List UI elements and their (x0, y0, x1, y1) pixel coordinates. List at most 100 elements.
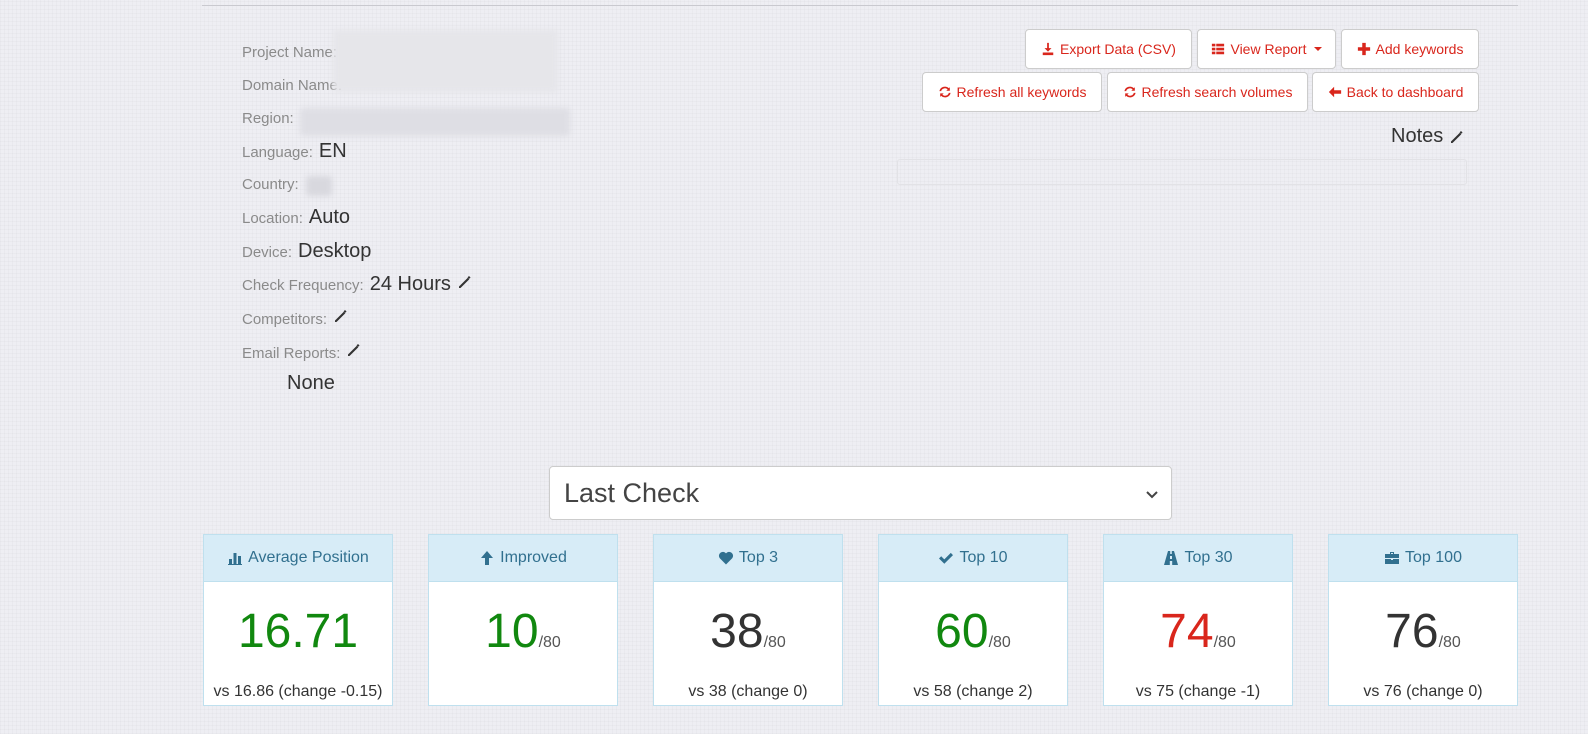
stat-total: /80 (538, 634, 561, 651)
email-reports-value-row: None (287, 372, 335, 395)
edit-frequency-pencil-icon[interactable] (457, 274, 473, 290)
stat-value: 16.71 (237, 605, 359, 658)
export-icon (1042, 42, 1054, 56)
region-label: Region: (242, 110, 294, 127)
arrow-left-icon (1328, 86, 1341, 98)
stat-value-wrap: 76/80 (1329, 604, 1517, 659)
add-keywords-label: Add keywords (1375, 41, 1464, 57)
location-row: Location: Auto (242, 206, 350, 229)
refresh-all-keywords-button[interactable]: Refresh all keywords (922, 72, 1102, 112)
region-row: Region: (242, 110, 294, 127)
stat-value: 60 (935, 605, 989, 658)
refresh-icon (1123, 86, 1136, 98)
stat-card-header: Top 100 (1329, 535, 1517, 582)
back-to-dashboard-label: Back to dashboard (1346, 84, 1464, 100)
email-reports-label: Email Reports: (242, 345, 341, 362)
domain-name-row: Domain Name: (242, 77, 342, 94)
language-row: Language: EN (242, 140, 347, 163)
refresh-search-volumes-button[interactable]: Refresh search volumes (1107, 72, 1308, 112)
stat-title: Top 10 (959, 549, 1008, 566)
stat-title: Top 100 (1405, 549, 1462, 566)
device-row: Device: Desktop (242, 240, 371, 263)
notes-heading: Notes (1391, 125, 1465, 148)
stat-value-wrap: 74/80 (1104, 604, 1292, 659)
stat-card-header: Top 30 (1104, 535, 1292, 582)
stat-title: Top 30 (1184, 549, 1233, 566)
language-label: Language: (242, 144, 313, 161)
heart-icon (718, 551, 733, 565)
stat-card-average-position: Average Position 16.71 vs 16.86 (change … (203, 534, 393, 706)
stat-card-header: Average Position (204, 535, 392, 582)
add-keywords-button[interactable]: Add keywords (1341, 29, 1479, 69)
stat-total: /80 (1213, 634, 1236, 651)
country-label: Country: (242, 176, 299, 193)
stat-card-top-30: Top 30 74/80 vs 75 (change -1) (1103, 534, 1293, 706)
stat-value-wrap: 60/80 (879, 604, 1067, 659)
period-select[interactable]: Last Check (549, 466, 1172, 520)
stat-comparison: vs 75 (change -1) (1135, 683, 1261, 700)
domain-name-label: Domain Name: (242, 77, 343, 94)
stat-value: 74 (1160, 605, 1214, 658)
list-icon (1212, 43, 1225, 55)
stat-comparison: vs 38 (change 0) (688, 683, 808, 700)
top-divider (202, 5, 1518, 6)
view-report-button[interactable]: View Report (1197, 29, 1336, 69)
redacted-country (306, 176, 332, 196)
stat-card-top-3: Top 3 38/80 vs 38 (change 0) (653, 534, 843, 706)
stat-value: 76 (1385, 605, 1439, 658)
stat-card-header: Top 3 (654, 535, 842, 582)
stat-value-wrap: 38/80 (654, 604, 842, 659)
email-reports-value: None (287, 372, 335, 394)
refresh-all-keywords-label: Refresh all keywords (956, 84, 1087, 100)
export-csv-label: Export Data (CSV) (1060, 41, 1176, 57)
stat-total: /80 (1438, 634, 1461, 651)
stat-comparison: vs 58 (change 2) (913, 683, 1033, 700)
location-value: Auto (308, 206, 351, 228)
chevron-down-icon (1146, 491, 1158, 499)
stat-card-header: Improved (429, 535, 617, 582)
plus-icon (1357, 42, 1370, 56)
stat-comparison: vs 76 (change 0) (1363, 683, 1483, 700)
email-reports-row: Email Reports: (242, 342, 362, 362)
check-frequency-label: Check Frequency: (242, 277, 364, 294)
redacted-region (300, 108, 570, 136)
check-icon (939, 552, 954, 564)
refresh-search-volumes-label: Refresh search volumes (1141, 84, 1293, 100)
edit-email-reports-pencil-icon[interactable] (346, 342, 362, 358)
redacted-project-domain (333, 30, 558, 92)
back-to-dashboard-button[interactable]: Back to dashboard (1312, 72, 1479, 112)
arrow-up-icon (481, 551, 494, 565)
device-label: Device: (242, 244, 293, 261)
edit-notes-pencil-icon[interactable] (1449, 129, 1465, 145)
refresh-icon (938, 86, 951, 98)
stat-card-top-10: Top 10 60/80 vs 58 (change 2) (878, 534, 1068, 706)
stat-value: 38 (710, 605, 764, 658)
project-name-row: Project Name: (242, 44, 337, 61)
stat-value-wrap: 10/80 (429, 604, 617, 659)
edit-competitors-pencil-icon[interactable] (333, 308, 349, 324)
stat-card-improved: Improved 10/80 (428, 534, 618, 706)
stat-total: /80 (763, 634, 786, 651)
competitors-row: Competitors: (242, 308, 349, 328)
notes-label: Notes (1391, 125, 1444, 147)
check-frequency-value: 24 Hours (369, 273, 451, 295)
language-value: EN (318, 140, 347, 162)
dropdown-caret-icon (1313, 47, 1322, 51)
country-row: Country: (242, 176, 299, 193)
stat-value-wrap: 16.71 (204, 604, 392, 659)
road-icon (1164, 551, 1179, 565)
check-frequency-row: Check Frequency: 24 Hours (242, 273, 473, 296)
briefcase-icon (1385, 552, 1400, 564)
competitors-label: Competitors: (242, 311, 328, 328)
device-value: Desktop (298, 240, 372, 262)
stat-comparison: vs 16.86 (change -0.15) (213, 683, 383, 700)
stat-value: 10 (485, 605, 539, 658)
project-name-label: Project Name: (242, 44, 338, 61)
period-select-value: Last Check (564, 477, 700, 508)
export-csv-button[interactable]: Export Data (CSV) (1025, 29, 1192, 69)
bar-chart-icon (228, 553, 243, 565)
location-label: Location: (242, 210, 303, 227)
notes-area[interactable] (897, 159, 1467, 185)
stat-card-header: Top 10 (879, 535, 1067, 582)
stat-title: Average Position (248, 549, 369, 566)
